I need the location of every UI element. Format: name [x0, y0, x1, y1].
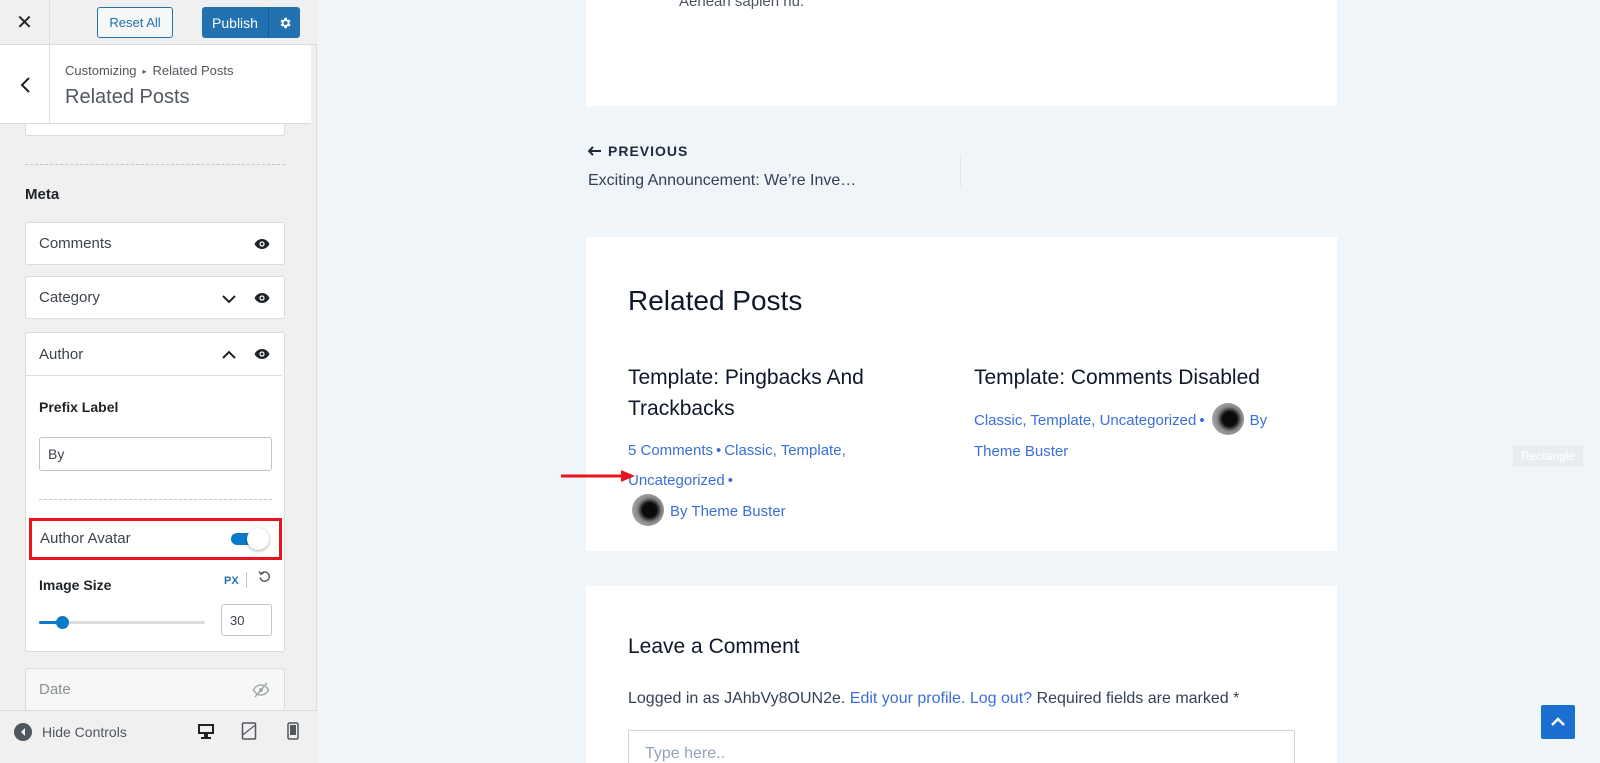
breadcrumb-separator-icon: ▸	[142, 67, 147, 76]
logged-in-notice: Logged in as JAhbVy8OUN2e. Edit your pro…	[628, 690, 1239, 708]
reset-all-button[interactable]: Reset All	[97, 7, 173, 38]
related-post-2: Template: Comments Disabled Classic, Tem…	[974, 362, 1294, 467]
image-size-input[interactable]	[221, 604, 272, 636]
divider	[26, 375, 282, 376]
rectangle-tag: Rectangle	[1513, 445, 1583, 467]
logged-in-text: Logged in as JAhbVy8OUN2e.	[628, 690, 846, 707]
tablet-icon[interactable]	[241, 722, 257, 745]
prefix-label-heading: Prefix Label	[39, 399, 119, 415]
categories-link[interactable]: Classic, Template, Uncategorized	[974, 412, 1196, 429]
toggle-knob[interactable]	[247, 528, 269, 550]
comment-textarea[interactable]: Type here..	[628, 730, 1295, 763]
reset-icon[interactable]	[258, 570, 271, 588]
desktop-icon[interactable]	[197, 722, 215, 745]
image-size-slider[interactable]	[39, 615, 205, 629]
back-button[interactable]	[0, 45, 50, 124]
meta-item-label: Author	[39, 346, 84, 363]
required-note: Required fields are marked *	[1036, 690, 1240, 707]
hide-controls-button[interactable]: Hide Controls	[14, 723, 127, 741]
image-size-label: Image Size	[39, 577, 112, 593]
meta-item-category[interactable]: Category	[25, 276, 285, 319]
slider-thumb[interactable]	[56, 616, 70, 629]
post-content-text: Aenean sapien nu.	[679, 0, 805, 10]
prefix-label-input[interactable]	[39, 437, 272, 471]
related-post-title[interactable]: Template: Comments Disabled	[974, 362, 1294, 393]
section-title: Related Posts	[65, 86, 190, 108]
comment-section: Leave a Comment Logged in as JAhbVy8OUN2…	[586, 586, 1337, 763]
meta-item-label: Category	[39, 289, 100, 306]
author-avatar-toggle[interactable]	[231, 528, 269, 550]
meta-item-label: Date	[39, 681, 71, 698]
separator: •	[716, 442, 722, 459]
hide-controls-label[interactable]: Hide Controls	[42, 724, 127, 740]
meta-item-author[interactable]: Author Prefix Label Author Avatar Image …	[25, 332, 285, 652]
by-label: By	[1249, 411, 1268, 429]
related-post-title[interactable]: Template: Pingbacks And Trackbacks	[628, 362, 948, 424]
site-preview[interactable]: Aenean sapien nu. PREVIOUS Exciting Anno…	[317, 0, 1600, 763]
previous-text[interactable]: PREVIOUS	[608, 143, 688, 159]
previous-label[interactable]: PREVIOUS	[588, 143, 856, 159]
chevron-down-icon[interactable]	[222, 291, 236, 309]
related-post-1: Template: Pingbacks And Trackbacks 5 Com…	[628, 362, 948, 528]
collapse-icon[interactable]	[14, 723, 32, 741]
title-line[interactable]: Template: Comments Disabled	[974, 366, 1260, 389]
publish-label[interactable]: Publish	[202, 15, 268, 31]
eye-hidden-icon[interactable]	[252, 682, 270, 703]
divider	[25, 164, 285, 165]
chevron-up-icon[interactable]	[222, 347, 236, 365]
post-nav-previous[interactable]: PREVIOUS Exciting Announcement: We’re In…	[588, 143, 856, 190]
eye-icon[interactable]	[254, 347, 270, 365]
customizer-topbar: ✕ Reset All Publish	[0, 0, 317, 45]
annotation-arrow-icon	[561, 470, 635, 482]
logout-link[interactable]: Log out?	[970, 690, 1032, 707]
related-posts-section: Related Posts Template: Pingbacks And Tr…	[586, 237, 1337, 551]
section-header: Customizing ▸ Related Posts Related Posts	[0, 45, 311, 124]
divider	[39, 499, 272, 500]
meta-heading: Meta	[25, 186, 60, 203]
meta-item-date[interactable]: Date	[25, 668, 285, 710]
related-post-meta: 5 Comments • Classic, Template, Uncategori…	[628, 436, 948, 528]
separator: •	[727, 472, 733, 489]
unit-selector[interactable]: PX	[224, 575, 239, 587]
breadcrumb-parent: Customizing	[65, 63, 137, 78]
close-icon[interactable]: ✕	[0, 0, 50, 45]
previous-post-title[interactable]: Exciting Announcement: We’re Inve…	[588, 172, 856, 190]
previous-field[interactable]	[25, 124, 285, 136]
customizer-sidebar: ✕ Reset All Publish Customizing ▸ Related …	[0, 0, 317, 763]
author-link[interactable]: By Theme Buster	[670, 503, 786, 520]
chevron-left-icon[interactable]	[19, 76, 31, 94]
publish-button[interactable]: Publish	[202, 7, 300, 38]
eye-icon[interactable]	[254, 291, 270, 309]
chevron-up-icon[interactable]	[1550, 717, 1566, 727]
divider	[246, 572, 247, 588]
customizer-footer: Hide Controls	[0, 710, 317, 763]
comment-heading: Leave a Comment	[628, 635, 800, 658]
arrow-left-icon	[588, 146, 601, 156]
author-avatar-row: Author Avatar	[29, 518, 282, 560]
divider	[960, 155, 961, 187]
eye-icon[interactable]	[254, 237, 270, 255]
gear-icon[interactable]	[268, 7, 300, 38]
meta-item-comments[interactable]: Comments	[25, 222, 285, 265]
title-line[interactable]: Template: Pingbacks And	[628, 366, 864, 389]
comments-link[interactable]: 5 Comments	[628, 442, 713, 459]
separator: •	[1199, 411, 1205, 429]
avatar	[1211, 403, 1244, 435]
post-content-card: Aenean sapien nu.	[586, 0, 1337, 106]
breadcrumb: Customizing ▸ Related Posts	[65, 63, 233, 78]
related-posts-heading: Related Posts	[628, 285, 803, 316]
meta-item-label: Comments	[39, 235, 112, 252]
author-avatar-label: Author Avatar	[40, 530, 131, 547]
related-post-meta: Classic, Template, Uncategorized • By Them…	[974, 403, 1294, 467]
title-line[interactable]: Trackbacks	[628, 397, 735, 420]
author-link[interactable]: Theme Buster	[974, 443, 1068, 460]
breadcrumb-current: Related Posts	[152, 63, 234, 78]
mobile-icon[interactable]	[287, 722, 299, 745]
scroll-to-top-button[interactable]	[1541, 705, 1575, 739]
avatar	[632, 494, 664, 526]
controls-panel[interactable]: Meta Comments Category Author Prefix Lab…	[0, 124, 311, 710]
edit-profile-link[interactable]: Edit your profile.	[850, 690, 966, 707]
